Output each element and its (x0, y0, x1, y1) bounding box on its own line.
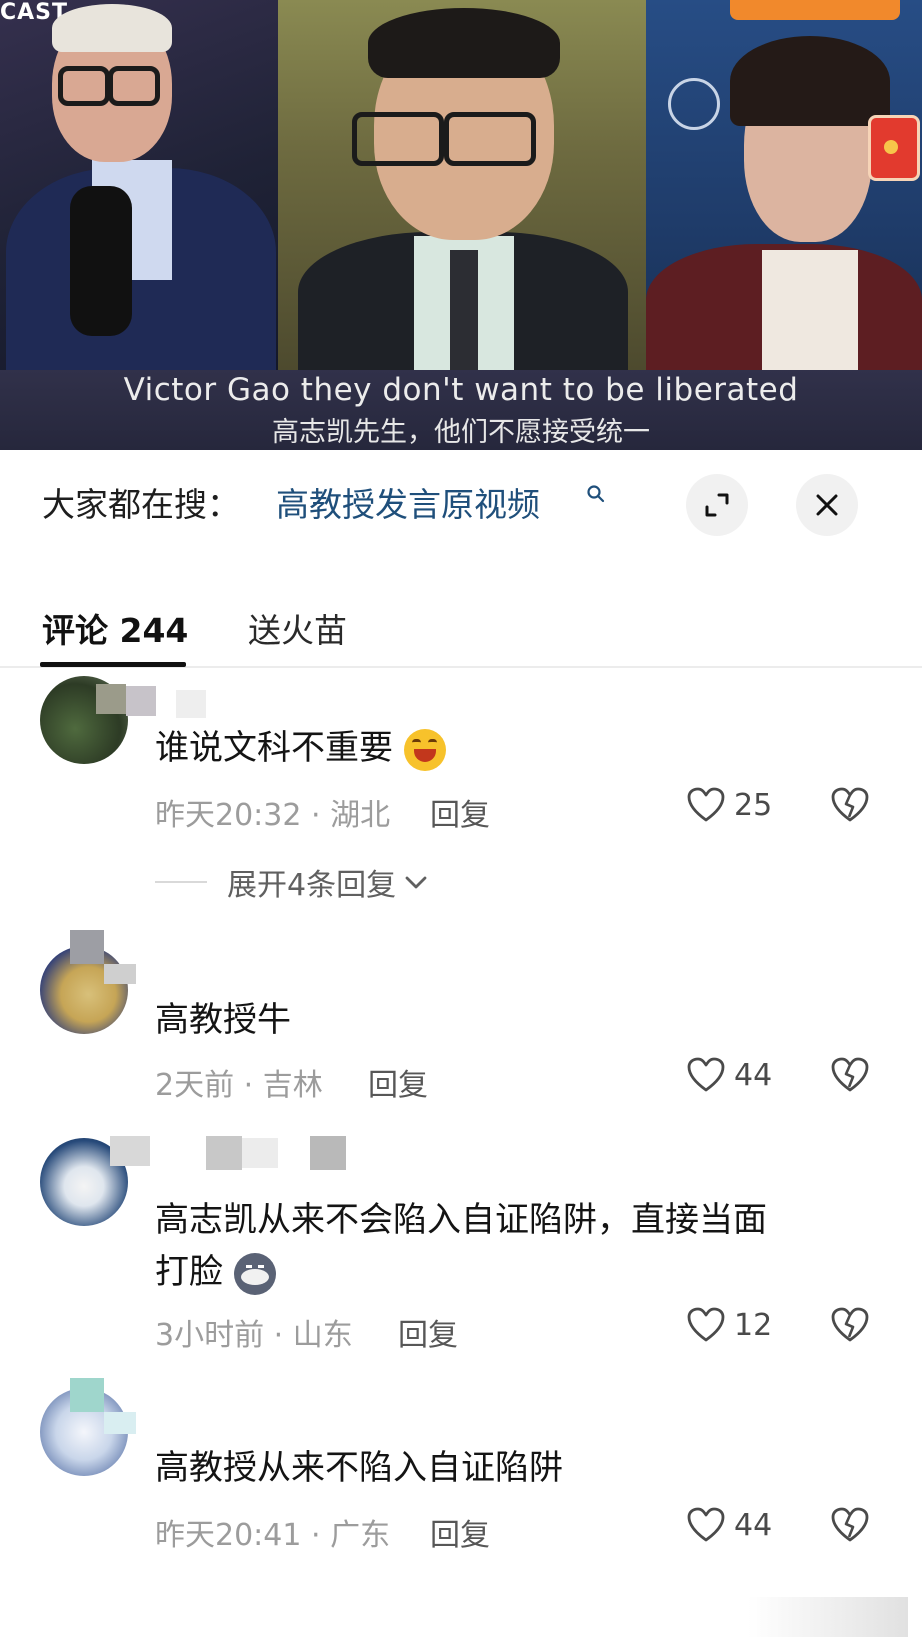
close-icon (816, 494, 838, 516)
comment-time: 3小时前 (155, 1318, 265, 1353)
reply-button[interactable]: 回复 (430, 790, 490, 834)
comment-time: 昨天20:32 (155, 798, 302, 833)
like-count: 12 (734, 1307, 773, 1343)
username-redacted (110, 1136, 150, 1166)
comment-time: 昨天20:41 (155, 1518, 302, 1553)
username-redacted (70, 930, 104, 964)
like-button[interactable]: 25 (686, 786, 772, 824)
comment-text: 谁说文科不重要 (155, 722, 446, 774)
laughing-emoji-icon (403, 728, 446, 771)
video-player[interactable]: CAST Victor Gao they don't want to be li… (0, 0, 922, 450)
tab-gifts[interactable]: 送火苗 (248, 604, 347, 652)
tab-comments[interactable]: 评论 244 (42, 604, 188, 652)
trending-search-link[interactable]: 高教授发言原视频 (276, 478, 540, 526)
like-button[interactable]: 44 (686, 1056, 772, 1094)
smirk-dog-emoji-icon (233, 1252, 276, 1295)
trending-search-label: 大家都在搜： (42, 485, 240, 524)
like-count: 44 (734, 1057, 773, 1093)
video-panel-panelist (646, 0, 922, 370)
comment-body: 高教授从来不陷入自证陷阱 (155, 1448, 563, 1488)
dislike-icon[interactable] (830, 1306, 870, 1344)
search-icon (587, 485, 605, 503)
expand-divider (155, 881, 207, 883)
comment-meta: 2天前 · 吉林 (155, 1068, 323, 1103)
watermark-overlay (748, 1597, 908, 1637)
comment-body-line: 打脸 (155, 1246, 767, 1298)
username-redacted (176, 690, 206, 718)
comment-meta: 昨天20:32 · 湖北 (155, 798, 391, 833)
host-hair (52, 4, 172, 52)
comment-body-line: 高志凯从来不会陷入自证陷阱，直接当面 (155, 1200, 767, 1240)
comment-body-text: 打脸 (155, 1252, 223, 1292)
comment-tabs: 评论 244 送火苗 (0, 580, 922, 668)
username-redacted (104, 1412, 136, 1434)
expand-replies-button[interactable]: 展开4条回复 (155, 860, 430, 904)
like-count: 44 (734, 1507, 773, 1543)
guest-hair (368, 8, 560, 78)
guest-glasses-left (352, 112, 444, 166)
username-redacted (70, 1378, 104, 1412)
comment-time: 2天前 (155, 1068, 235, 1103)
live-banner (730, 0, 900, 20)
tab-active-indicator (40, 662, 186, 667)
reply-button[interactable]: 回复 (368, 1060, 428, 1104)
subtitle-english: Victor Gao they don't want to be liberat… (123, 372, 799, 408)
dislike-icon[interactable] (830, 1506, 870, 1544)
username-redacted (206, 1136, 242, 1170)
heart-icon (687, 1307, 725, 1342)
like-button[interactable]: 44 (686, 1506, 772, 1544)
reply-button[interactable]: 回复 (430, 1510, 490, 1554)
logo-emblem (668, 78, 720, 130)
expand-replies-label: 展开4条回复 (227, 868, 397, 903)
like-button[interactable]: 12 (686, 1306, 772, 1344)
host-glasses-right (108, 66, 160, 106)
video-panel-guest (278, 0, 646, 370)
comment-meta: 3小时前 · 山东 (155, 1318, 353, 1353)
comment-region: 吉林 (262, 1068, 323, 1103)
host-glasses-left (58, 66, 110, 106)
comment-body: 谁说文科不重要 (155, 728, 393, 768)
panelist-hair (730, 36, 890, 126)
heart-icon (687, 1507, 725, 1542)
comment-body: 高志凯从来不会陷入自证陷阱，直接当面 打脸 (155, 1194, 767, 1298)
red-envelope-icon[interactable] (868, 115, 920, 181)
heart-icon (687, 787, 725, 822)
guest-tie (450, 250, 478, 370)
comment-region: 湖北 (330, 798, 391, 833)
guest-glasses-right (444, 112, 536, 166)
username-redacted (96, 684, 126, 714)
comments-sheet: 大家都在搜： 高教授发言原视频 评论 244 送火苗 谁说文科不重要 昨天20:… (0, 450, 922, 1639)
dislike-icon[interactable] (830, 1056, 870, 1094)
subtitle-chinese: 高志凯先生，他们不愿接受统一 (272, 417, 650, 448)
close-button[interactable] (796, 474, 858, 536)
dislike-icon[interactable] (830, 786, 870, 824)
username-redacted (310, 1136, 346, 1170)
expand-button[interactable] (686, 474, 748, 536)
username-redacted (126, 686, 156, 716)
panelist-blouse (762, 250, 858, 370)
comment-body: 高教授牛 (155, 1000, 291, 1040)
expand-icon (705, 493, 729, 517)
comment-meta: 昨天20:41 · 广东 (155, 1518, 391, 1553)
video-panel-host: CAST (0, 0, 278, 370)
username-redacted (104, 964, 136, 984)
comment-region: 山东 (292, 1318, 353, 1353)
like-count: 25 (734, 787, 773, 823)
username-redacted (242, 1138, 278, 1168)
microphone (70, 186, 132, 336)
reply-button[interactable]: 回复 (398, 1310, 458, 1354)
comment-region: 广东 (330, 1518, 391, 1553)
heart-icon (687, 1057, 725, 1092)
chevron-down-icon (405, 876, 427, 889)
